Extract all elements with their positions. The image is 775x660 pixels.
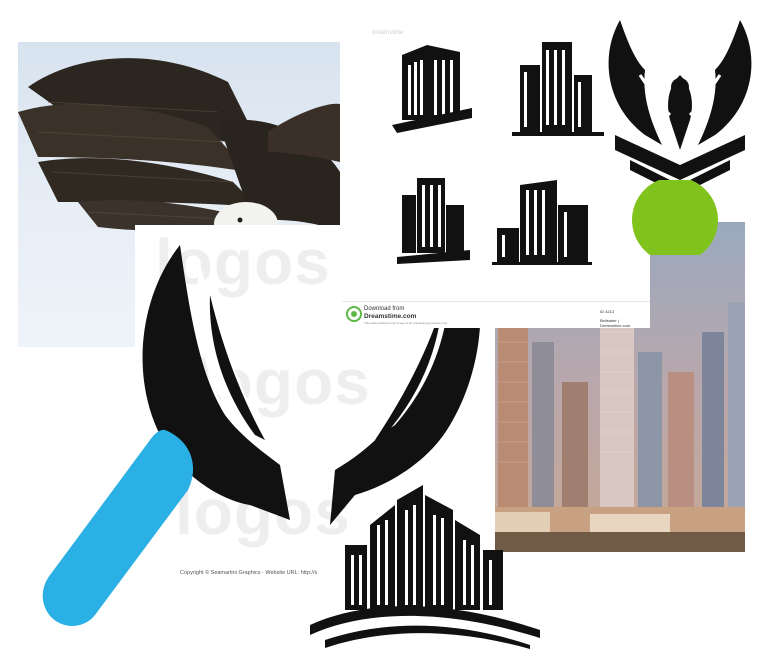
download-source: Dreamstime.com	[364, 313, 417, 320]
skyline-wave-logo	[310, 485, 540, 649]
download-note: This watermarked comp image is for previ…	[364, 321, 448, 325]
download-label: Download from	[364, 306, 405, 312]
watermark-mark: dreamstime	[372, 30, 404, 36]
phoenix-emblem	[608, 20, 752, 195]
image-id: ID 4213	[600, 309, 615, 314]
copyright-text: Copyright © Seamartini Graphics · Websit…	[180, 570, 318, 576]
building-logo-2	[512, 42, 604, 136]
building-logo-3	[397, 178, 470, 264]
building-logo-4	[492, 180, 592, 265]
stock-footer: Download from Dreamstime.com This waterm…	[342, 301, 650, 328]
building-logo-1	[392, 45, 472, 133]
image-author: Bellsaber | Dreamstime.com	[600, 318, 631, 328]
green-circle	[632, 180, 718, 255]
blue-stroke-shape	[42, 429, 194, 626]
dreamstime-logo-icon	[346, 306, 362, 322]
